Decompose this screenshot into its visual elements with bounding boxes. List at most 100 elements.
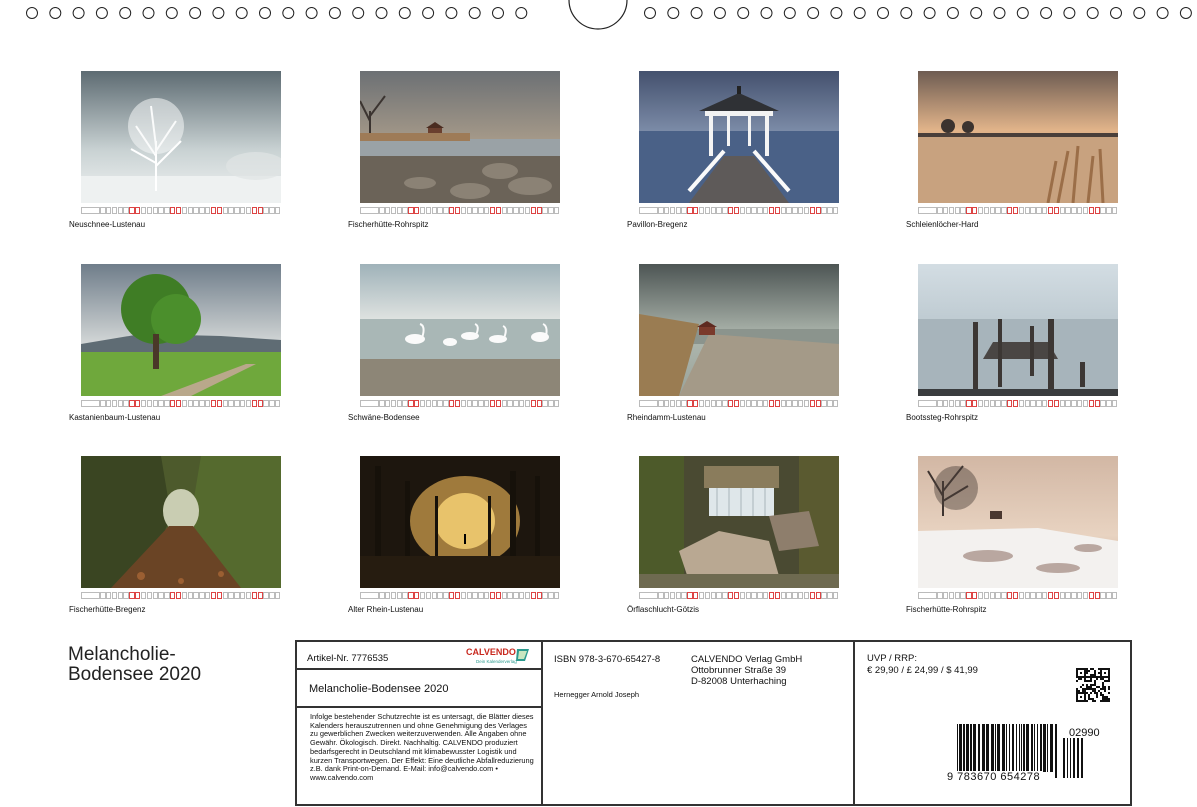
month-photo: [360, 456, 560, 588]
day-grid: [81, 400, 281, 407]
binding-ring: [445, 7, 458, 19]
binding-ring: [492, 7, 504, 19]
day-grid: [81, 207, 281, 214]
article-number: Artikel-Nr. 7776535: [307, 653, 389, 664]
binding-ring: [783, 7, 796, 19]
binding-ring: [49, 7, 62, 19]
isbn: ISBN 978-3-670-65427-8: [554, 654, 661, 665]
day-grid: [918, 207, 1118, 214]
binding-ring: [165, 7, 178, 19]
month-caption: Bootssteg-Rohrspitz: [906, 413, 979, 422]
month-photo: [639, 264, 839, 396]
binding-ring: [993, 7, 1006, 19]
month-photo: [918, 456, 1118, 588]
binding-ring: [877, 7, 889, 19]
binding-ring: [352, 7, 365, 19]
month-caption: Fischerhütte-Rohrspitz: [348, 220, 429, 229]
binding-ring: [259, 7, 271, 19]
binding-ring: [1156, 7, 1169, 19]
month-tile: Schwäne-Bodensee: [348, 264, 560, 424]
binding-ring: [667, 7, 680, 19]
month-tile: Fischerhütte-Bregenz: [69, 456, 281, 616]
binding-ring: [282, 7, 295, 19]
day-grid: [81, 592, 281, 599]
month-caption: Fischerhütte-Rohrspitz: [906, 605, 987, 614]
binding-ring: [328, 7, 341, 19]
day-grid: [360, 207, 560, 214]
binding-ring: [923, 7, 936, 19]
day-grid: [918, 592, 1118, 599]
price-label: UVP / RRP:: [867, 653, 917, 664]
month-caption: Örflaschlucht-Götzis: [627, 605, 700, 614]
spiral-binding: [26, 0, 1192, 30]
day-grid: [360, 592, 560, 599]
month-photo: [918, 71, 1118, 203]
publisher-city: D-82008 Unterhaching: [691, 676, 787, 687]
month-caption: Rheindamm-Lustenau: [627, 413, 706, 422]
binding-ring: [72, 7, 85, 19]
day-grid: [918, 400, 1118, 407]
binding-ring: [900, 7, 913, 19]
brand-tagline: Dein Kalenderverlag: [476, 659, 517, 664]
month-caption: Kastanienbaum-Lustenau: [69, 413, 161, 422]
binding-ring: [690, 7, 703, 19]
month-caption: Alter Rhein-Lustenau: [348, 605, 424, 614]
binding-ring: [375, 7, 388, 19]
binding-ring: [26, 7, 38, 19]
binding-ring: [119, 7, 132, 19]
binding-ring: [305, 7, 318, 19]
addon-digits: 02990: [1069, 727, 1100, 739]
binding-ring: [1133, 7, 1146, 19]
binding-ring: [970, 7, 983, 19]
binding-ring: [1179, 7, 1192, 19]
month-tile: Alter Rhein-Lustenau: [348, 456, 560, 616]
publisher-name: CALVENDO Verlag GmbH: [691, 654, 803, 665]
day-grid: [360, 400, 560, 407]
month-tile: Schleienlöcher-Hard: [906, 71, 1118, 231]
month-caption: Schwäne-Bodensee: [348, 413, 420, 422]
month-photo: [639, 71, 839, 203]
month-caption: Pavillon-Bregenz: [627, 220, 688, 229]
month-photo: [639, 456, 839, 588]
binding-ring: [644, 7, 656, 19]
binding-ring: [95, 7, 108, 19]
month-tile: Pavillon-Bregenz: [627, 71, 839, 231]
binding-ring: [1086, 7, 1099, 19]
month-tile: Neuschnee-Lustenau: [69, 71, 281, 231]
day-grid: [639, 400, 839, 407]
author: Hernegger Arnold Joseph: [554, 690, 640, 699]
month-photo: [360, 71, 560, 203]
month-caption: Fischerhütte-Bregenz: [69, 605, 146, 614]
title-line-1: Melancholie-: [68, 644, 176, 665]
binding-ring: [1110, 7, 1122, 19]
calendar-title: Melancholie- Bodensee 2020: [68, 645, 201, 685]
binding-ring: [713, 7, 726, 19]
binding-ring: [189, 7, 202, 19]
binding-ring: [1016, 7, 1029, 19]
binding-ring: [760, 7, 773, 19]
binding-ring: [422, 7, 435, 19]
calendar-full-title: Melancholie-Bodensee 2020: [309, 683, 449, 695]
month-caption: Schleienlöcher-Hard: [906, 220, 979, 229]
month-tile: Kastanienbaum-Lustenau: [69, 264, 281, 424]
binding-ring: [212, 7, 225, 19]
calvendo-logo: CALVENDO Dein Kalenderverlag: [466, 645, 530, 665]
binding-ring: [515, 7, 528, 19]
binding-ring: [946, 7, 959, 19]
month-tile: Fischerhütte-Rohrspitz: [906, 456, 1118, 616]
binding-ring: [235, 7, 248, 19]
month-tile: Fischerhütte-Rohrspitz: [348, 71, 560, 231]
month-photo: [81, 71, 281, 203]
legal-notice: Infolge bestehender Schutzrechte ist es …: [310, 712, 534, 782]
day-grid: [639, 207, 839, 214]
hanger-cutout: [568, 0, 628, 30]
binding-ring: [853, 7, 866, 19]
binding-ring: [142, 7, 155, 19]
month-photo: [81, 264, 281, 396]
month-tile: Bootssteg-Rohrspitz: [906, 264, 1118, 424]
binding-ring: [398, 7, 411, 19]
month-tile: Rheindamm-Lustenau: [627, 264, 839, 424]
barcode-digits: 9 783670 654278: [945, 771, 1043, 783]
binding-ring: [830, 7, 843, 19]
month-photo: [918, 264, 1118, 396]
